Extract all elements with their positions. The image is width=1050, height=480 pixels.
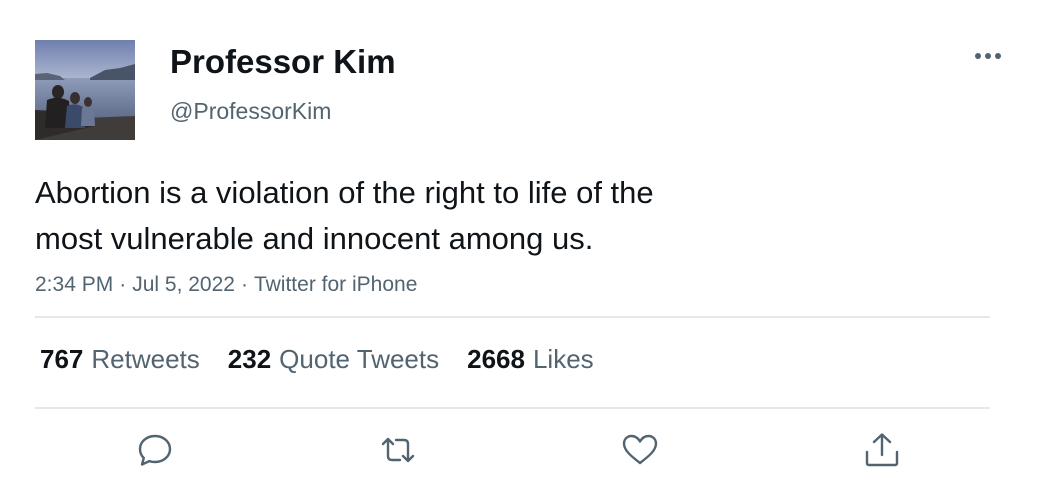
more-options-button[interactable]: [966, 42, 1010, 70]
likes-label: Likes: [532, 344, 594, 374]
display-name[interactable]: Professor Kim: [170, 42, 396, 82]
user-handle[interactable]: @ProfessorKim: [170, 96, 331, 126]
retweet-icon: [381, 437, 415, 463]
reply-button[interactable]: [135, 430, 175, 470]
heart-icon: [622, 434, 658, 465]
tweet-text: Abortion is a violation of the right to …: [35, 170, 795, 262]
like-button[interactable]: [620, 430, 660, 470]
more-icon: [975, 53, 1001, 59]
tweet-text-line: most vulnerable and innocent among us.: [35, 221, 594, 256]
meta-separator: ·: [119, 273, 127, 296]
share-button[interactable]: [862, 430, 902, 470]
engagement-stats: 767 Retweets 232 Quote Tweets 2668 Likes: [40, 342, 622, 376]
share-icon: [865, 433, 899, 467]
tweet-meta: 2:34 PM · Jul 5, 2022 · Twitter for iPhone: [35, 271, 417, 299]
quote-tweets-label: Quote Tweets: [279, 344, 440, 374]
divider: [35, 316, 990, 318]
tweet-card: Professor Kim @ProfessorKim Abortion is …: [0, 0, 1050, 480]
retweet-button[interactable]: [378, 430, 418, 470]
divider: [35, 407, 990, 409]
likes-count: 2668: [467, 344, 525, 374]
tweet-text-line: Abortion is a violation of the right to …: [35, 175, 654, 210]
quote-tweets-stat[interactable]: 232 Quote Tweets: [228, 342, 439, 376]
retweets-count: 767: [40, 344, 84, 374]
retweets-label: Retweets: [91, 344, 200, 374]
tweet-source[interactable]: Twitter for iPhone: [254, 271, 417, 299]
likes-stat[interactable]: 2668 Likes: [467, 342, 594, 376]
avatar[interactable]: [35, 40, 135, 140]
retweets-stat[interactable]: 767 Retweets: [40, 342, 200, 376]
tweet-time[interactable]: 2:34 PM: [35, 271, 113, 299]
tweet-date[interactable]: Jul 5, 2022: [132, 271, 235, 299]
quote-tweets-count: 232: [227, 344, 272, 374]
reply-icon: [138, 434, 172, 466]
meta-separator: ·: [240, 273, 248, 296]
profile-photo-icon: [35, 40, 135, 140]
